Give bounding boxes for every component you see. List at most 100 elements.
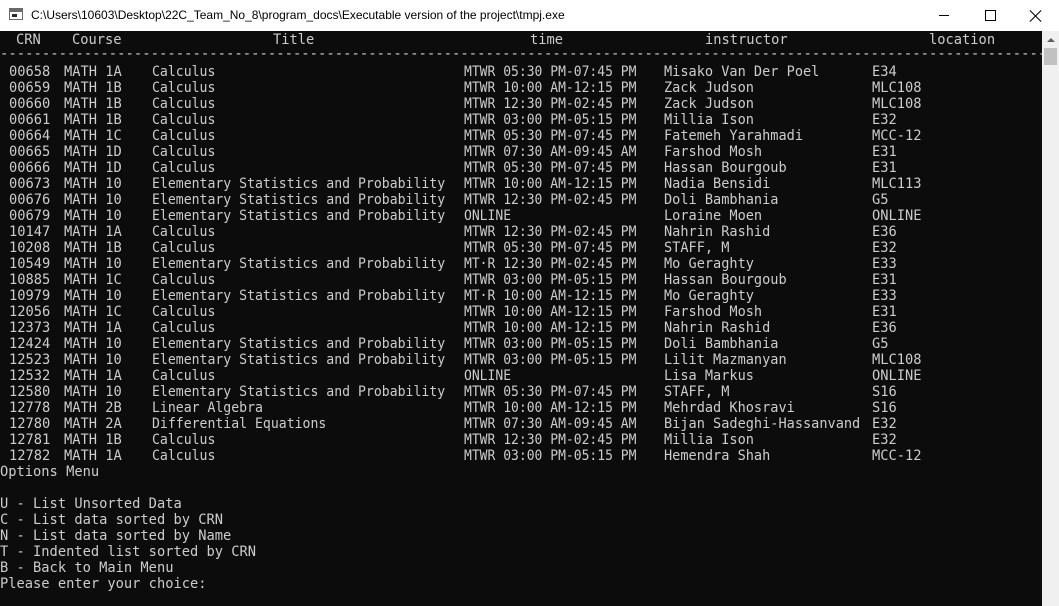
cell-location: MLC108	[872, 352, 922, 368]
minimize-button[interactable]	[921, 0, 967, 31]
cell-course: MATH 10	[64, 256, 122, 272]
cell-time: MTWR 10:00 AM-12:15 PM	[464, 304, 637, 320]
cell-location: E34	[872, 64, 897, 80]
cell-course: MATH 10	[64, 176, 122, 192]
cell-time: ONLINE	[464, 368, 512, 384]
cell-course: MATH 1C	[64, 128, 122, 144]
table-row: 00679 MATH 10 Elementary Statistics and Pr…	[0, 208, 1042, 224]
cell-instructor: Lisa Markus	[664, 368, 754, 384]
cell-time: MTWR 10:00 AM-12:15 PM	[464, 320, 637, 336]
table-row: 00666 MATH 1D Calculus MTWR 05:30 PM-07:45 …	[0, 160, 1042, 176]
cell-location: E31	[872, 160, 897, 176]
cell-crn: 10885	[9, 272, 51, 288]
cell-time: MTWR 03:00 PM-05:15 PM	[464, 352, 637, 368]
menu-item: T - Indented list sorted by CRN	[0, 544, 257, 560]
cell-title: Linear Algebra	[152, 400, 263, 416]
cell-time: MTWR 03:00 PM-05:15 PM	[464, 336, 637, 352]
table-row: 00659 MATH 1B Calculus MTWR 10:00 AM-12:15 …	[0, 80, 1042, 96]
cell-title: Elementary Statistics and Probability	[152, 352, 446, 368]
cell-title: Calculus	[152, 112, 216, 128]
table-row: 12778 MATH 2B Linear Algebra MTWR 10:00 AM-…	[0, 400, 1042, 416]
cell-location: MLC113	[872, 176, 922, 192]
close-icon	[1030, 10, 1042, 22]
cell-instructor: Mo Geraghty	[664, 288, 754, 304]
cell-location: MLC108	[872, 96, 922, 112]
cell-instructor: STAFF, M	[664, 240, 730, 256]
cell-crn: 10208	[9, 240, 51, 256]
table-row: 12373 MATH 1A Calculus MTWR 10:00 AM-12:15 …	[0, 320, 1042, 336]
table-row: 00660 MATH 1B Calculus MTWR 12:30 PM-02:45 …	[0, 96, 1042, 112]
vertical-scrollbar[interactable]	[1042, 31, 1059, 606]
table-row: 10208 MATH 1B Calculus MTWR 05:30 PM-07:45 …	[0, 240, 1042, 256]
cell-course: MATH 10	[64, 288, 122, 304]
console-output[interactable]: CRN Course Title time instructor locatio…	[0, 31, 1042, 606]
cell-location: S16	[872, 400, 897, 416]
console-window: C:\Users\10603\Desktop\22C_Team_No_8\pro…	[0, 0, 1059, 606]
title-bar[interactable]: C:\Users\10603\Desktop\22C_Team_No_8\pro…	[0, 0, 1059, 31]
cell-time: MTWR 10:00 AM-12:15 PM	[464, 176, 637, 192]
cell-crn: 12781	[9, 432, 51, 448]
cell-time: MTWR 03:00 PM-05:15 PM	[464, 272, 637, 288]
cell-time: ONLINE	[464, 208, 512, 224]
cell-time: MTWR 05:30 PM-07:45 PM	[464, 240, 637, 256]
maximize-icon	[984, 10, 996, 21]
cell-time: MTWR 03:00 PM-05:15 PM	[464, 448, 637, 464]
cell-crn: 10549	[9, 256, 51, 272]
cell-crn: 12778	[9, 400, 51, 416]
cell-instructor: Hassan Bourgoub	[664, 272, 787, 288]
cell-course: MATH 10	[64, 336, 122, 352]
cell-crn: 00665	[9, 144, 51, 160]
cell-course: MATH 1A	[64, 64, 122, 80]
cell-instructor: Fatemeh Yarahmadi	[664, 128, 803, 144]
cell-course: MATH 10	[64, 208, 122, 224]
cell-instructor: Mehrdad Khosravi	[664, 400, 795, 416]
cell-crn: 12532	[9, 368, 51, 384]
choice-prompt[interactable]: Please enter your choice:	[0, 576, 207, 592]
table-row: 00673 MATH 10 Elementary Statistics and Pr…	[0, 176, 1042, 192]
cell-title: Elementary Statistics and Probability	[152, 336, 446, 352]
cell-time: MTWR 12:30 PM-02:45 PM	[464, 224, 637, 240]
table-row: 00676 MATH 10 Elementary Statistics and Pr…	[0, 192, 1042, 208]
cell-instructor: Hassan Bourgoub	[664, 160, 787, 176]
close-button[interactable]	[1013, 0, 1059, 31]
scrollbar-thumb[interactable]	[1044, 48, 1057, 65]
cell-title: Elementary Statistics and Probability	[152, 176, 446, 192]
cell-instructor: Nahrin Rashid	[664, 224, 771, 240]
cell-course: MATH 1B	[64, 80, 122, 96]
cell-crn: 00666	[9, 160, 51, 176]
console-window-icon[interactable]	[9, 8, 23, 20]
minimize-icon	[939, 15, 949, 16]
cell-instructor: Misako Van Der Poel	[664, 64, 820, 80]
cell-location: MLC108	[872, 80, 922, 96]
cell-location: ONLINE	[872, 368, 922, 384]
scroll-up-button[interactable]	[1042, 31, 1059, 48]
cell-course: MATH 1A	[64, 320, 122, 336]
cell-course: MATH 1A	[64, 224, 122, 240]
cell-instructor: Farshod Mosh	[664, 304, 763, 320]
cell-instructor: Hemendra Shah	[664, 448, 771, 464]
table-row: 00664 MATH 1C Calculus MTWR 05:30 PM-07:45 …	[0, 128, 1042, 144]
cell-instructor: STAFF, M	[664, 384, 730, 400]
cell-time: MT·R 12:30 PM-02:45 PM	[464, 256, 637, 272]
table-row: 12532 MATH 1A Calculus ONLINE Lisa Markus ONL…	[0, 368, 1042, 384]
cell-location: E32	[872, 240, 897, 256]
table-row: 00658 MATH 1A Calculus MTWR 05:30 PM-07:45 …	[0, 64, 1042, 80]
maximize-button[interactable]	[967, 0, 1013, 31]
cell-location: E32	[872, 432, 897, 448]
cell-crn: 12780	[9, 416, 51, 432]
cell-time: MTWR 05:30 PM-07:45 PM	[464, 64, 637, 80]
cell-course: MATH 1A	[64, 448, 122, 464]
table-row: 12781 MATH 1B Calculus MTWR 12:30 PM-02:45 …	[0, 432, 1042, 448]
table-row: 12056 MATH 1C Calculus MTWR 10:00 AM-12:15 …	[0, 304, 1042, 320]
cell-time: MTWR 05:30 PM-07:45 PM	[464, 384, 637, 400]
cell-location: MCC-12	[872, 128, 922, 144]
cell-crn: 00679	[9, 208, 51, 224]
cell-title: Elementary Statistics and Probability	[152, 256, 446, 272]
cell-time: MT·R 10:00 AM-12:15 PM	[464, 288, 637, 304]
table-row: 10147 MATH 1A Calculus MTWR 12:30 PM-02:45 …	[0, 224, 1042, 240]
table-row: 12780 MATH 2A Differential Equations MTWR 0…	[0, 416, 1042, 432]
cell-instructor: Zack Judson	[664, 96, 754, 112]
table-row: 12424 MATH 10 Elementary Statistics and Pr…	[0, 336, 1042, 352]
cell-title: Differential Equations	[152, 416, 327, 432]
window-title: C:\Users\10603\Desktop\22C_Team_No_8\pro…	[31, 8, 565, 22]
